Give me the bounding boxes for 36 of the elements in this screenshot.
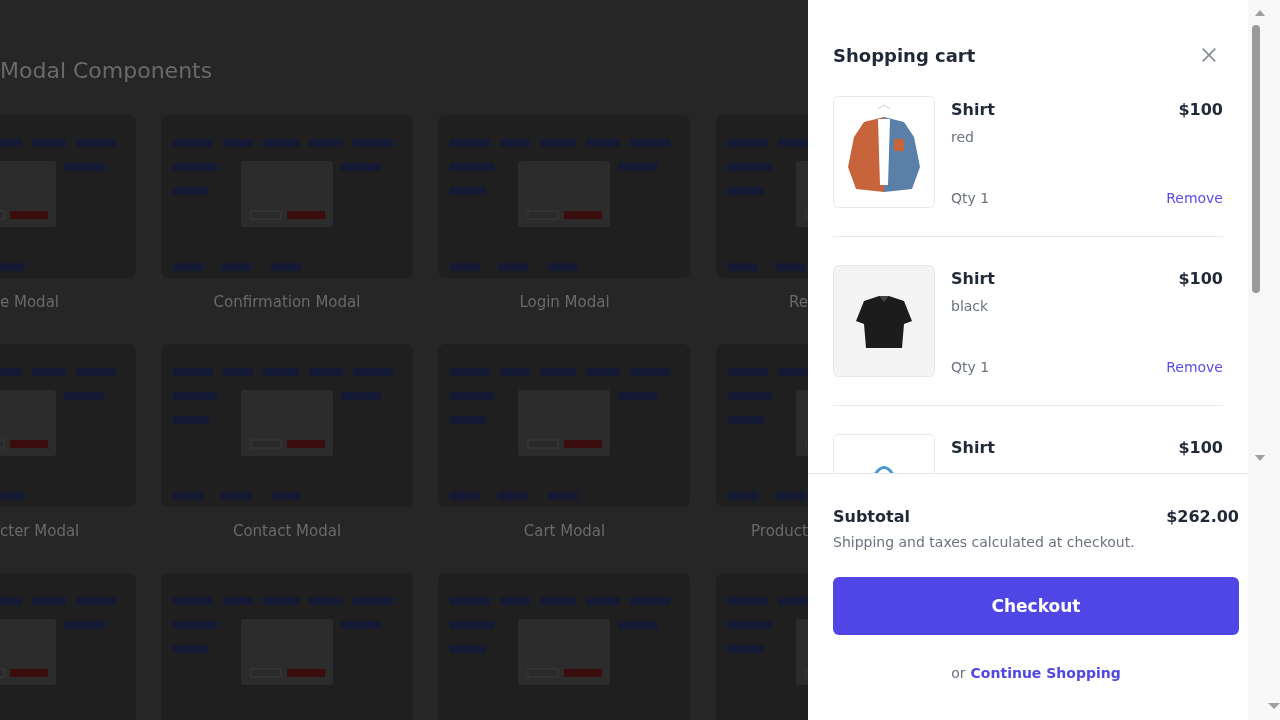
product-price: $100 xyxy=(1178,269,1223,288)
preview-drawing[interactable] xyxy=(438,573,690,720)
panel-title: Shopping cart xyxy=(833,44,976,66)
preview-drawing[interactable] xyxy=(161,573,413,720)
subtotal-amount: $262.00 xyxy=(1166,507,1239,526)
continue-shopping-link[interactable]: Continue Shopping xyxy=(970,665,1121,681)
scrollbar[interactable] xyxy=(1248,0,1280,720)
remove-button[interactable]: Remove xyxy=(1166,190,1223,206)
card-title: Cart Modal xyxy=(522,521,607,542)
product-color: red xyxy=(951,129,974,145)
product-price: $100 xyxy=(1178,100,1223,119)
quantity: Qty 1 xyxy=(951,359,990,375)
preview-drawing[interactable] xyxy=(438,344,690,507)
card-title: Contact Modal xyxy=(231,521,343,542)
card-title: e Modal xyxy=(0,292,60,313)
subtotal-label: Subtotal xyxy=(833,507,910,526)
preview-drawing[interactable] xyxy=(161,115,413,278)
preview-drawing[interactable] xyxy=(438,115,690,278)
card-title: Confirmation Modal xyxy=(212,292,362,313)
card-title: Re xyxy=(788,292,808,313)
checkout-button[interactable]: Checkout xyxy=(833,577,1239,635)
product-name: Shirt xyxy=(951,269,995,288)
product-color: black xyxy=(951,298,989,314)
close-icon[interactable] xyxy=(1200,46,1218,64)
remove-button[interactable]: Remove xyxy=(1166,359,1223,375)
shipping-note: Shipping and taxes calculated at checkout. xyxy=(833,534,1135,550)
card-title: Product xyxy=(750,521,808,542)
quantity: Qty 1 xyxy=(951,190,990,206)
product-name: Shirt xyxy=(951,438,995,457)
preview-drawing[interactable] xyxy=(161,344,413,507)
product-price: $100 xyxy=(1178,438,1223,457)
or-text: or xyxy=(951,665,966,681)
product-name: Shirt xyxy=(951,100,995,119)
card-title: Login Modal xyxy=(518,292,611,313)
card-title: cter Modal xyxy=(0,521,81,542)
page-title: Modal Components xyxy=(0,57,214,85)
